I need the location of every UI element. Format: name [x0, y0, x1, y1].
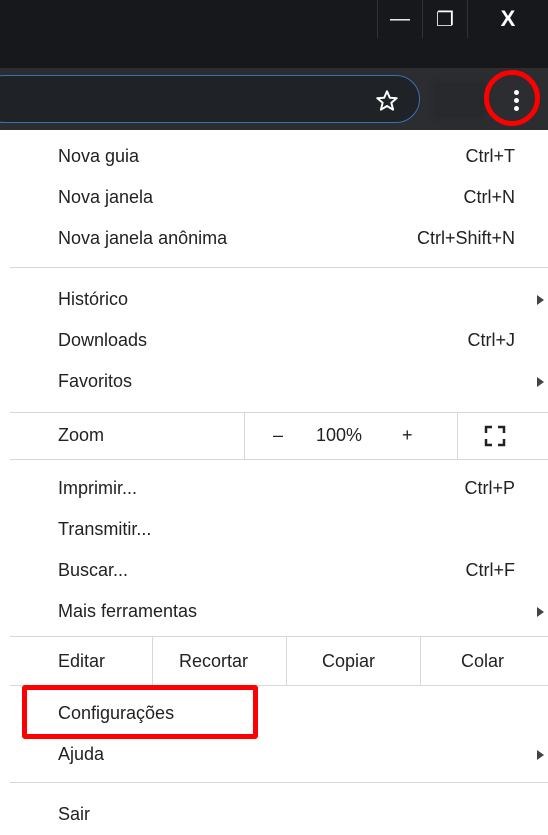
restore-icon: ❐ — [436, 8, 454, 31]
star-icon[interactable] — [374, 88, 400, 114]
menu-item-incognito[interactable]: Nova janela anônima Ctrl+Shift+N — [10, 218, 548, 259]
divider — [152, 637, 153, 685]
zoom-label: Zoom — [58, 425, 105, 445]
fullscreen-icon[interactable] — [484, 425, 506, 447]
cut-button[interactable]: Recortar — [179, 651, 248, 672]
title-bar: — ❐ X — [0, 0, 548, 68]
menu-item-label: Nova janela anônima — [58, 228, 228, 248]
menu-item-shortcut: Ctrl+F — [465, 560, 516, 580]
menu-separator — [10, 782, 548, 783]
menu-item-history[interactable]: Histórico — [10, 279, 548, 320]
menu-item-label: Histórico — [58, 289, 129, 309]
copy-button[interactable]: Copiar — [322, 651, 375, 672]
menu-item-label: Configurações — [58, 703, 175, 723]
kebab-menu-button[interactable] — [496, 80, 536, 120]
divider — [457, 413, 458, 459]
menu-separator — [10, 459, 548, 460]
zoom-row: Zoom – 100% + — [10, 413, 548, 459]
menu-item-new-tab[interactable]: Nova guia Ctrl+T — [10, 136, 548, 177]
menu-item-label: Favoritos — [58, 371, 133, 391]
extension-icon[interactable] — [432, 80, 486, 120]
address-bar[interactable] — [0, 75, 420, 123]
window-controls: — ❐ X — [377, 0, 548, 38]
minimize-icon: — — [390, 7, 410, 30]
menu-item-shortcut: Ctrl+P — [464, 478, 515, 498]
menu-item-label: Transmitir... — [58, 519, 152, 539]
menu-item-shortcut: Ctrl+N — [463, 187, 515, 207]
menu-item-shortcut: Ctrl+Shift+N — [416, 228, 515, 248]
submenu-arrow-icon — [537, 377, 544, 387]
divider — [420, 637, 421, 685]
restore-button[interactable]: ❐ — [422, 0, 467, 38]
menu-separator — [10, 267, 548, 268]
menu-item-bookmarks[interactable]: Favoritos — [10, 361, 548, 402]
divider — [286, 637, 287, 685]
submenu-arrow-icon — [537, 607, 544, 617]
menu-item-find[interactable]: Buscar... Ctrl+F — [10, 550, 548, 591]
zoom-out-button[interactable]: – — [273, 425, 283, 446]
menu-item-label: Mais ferramentas — [58, 601, 198, 621]
menu-item-label: Ajuda — [58, 744, 105, 764]
edit-row: Editar Recortar Copiar Colar — [10, 637, 548, 685]
menu-item-exit[interactable]: Sair — [10, 794, 548, 835]
menu-item-downloads[interactable]: Downloads Ctrl+J — [10, 320, 548, 361]
menu-item-help[interactable]: Ajuda — [10, 734, 548, 775]
menu-item-label: Buscar... — [58, 560, 129, 580]
menu-separator — [10, 685, 548, 686]
menu-item-shortcut: Ctrl+J — [467, 330, 515, 350]
chrome-menu: Nova guia Ctrl+T Nova janela Ctrl+N Nova… — [10, 130, 548, 824]
menu-item-label: Nova janela — [58, 187, 154, 207]
close-button[interactable]: X — [467, 0, 548, 38]
edit-label: Editar — [58, 651, 106, 671]
menu-item-shortcut: Ctrl+T — [465, 146, 516, 166]
divider — [244, 413, 245, 459]
zoom-in-button[interactable]: + — [402, 425, 413, 446]
menu-item-print[interactable]: Imprimir... Ctrl+P — [10, 468, 548, 509]
zoom-level: 100% — [316, 425, 363, 445]
menu-item-label: Nova guia — [58, 146, 140, 166]
menu-item-label: Sair — [58, 804, 91, 824]
menu-item-cast[interactable]: Transmitir... — [10, 509, 548, 550]
menu-item-label: Imprimir... — [58, 478, 137, 498]
kebab-dot — [513, 97, 519, 103]
minimize-button[interactable]: — — [377, 0, 422, 38]
menu-item-more-tools[interactable]: Mais ferramentas — [10, 591, 548, 632]
submenu-arrow-icon — [537, 750, 544, 760]
menu-item-new-window[interactable]: Nova janela Ctrl+N — [10, 177, 548, 218]
kebab-icon — [513, 89, 519, 95]
kebab-dot — [513, 105, 519, 111]
submenu-arrow-icon — [537, 295, 544, 305]
menu-item-label: Downloads — [58, 330, 148, 350]
menu-item-settings[interactable]: Configurações — [10, 693, 548, 734]
paste-button[interactable]: Colar — [461, 651, 504, 672]
close-icon: X — [500, 6, 516, 31]
